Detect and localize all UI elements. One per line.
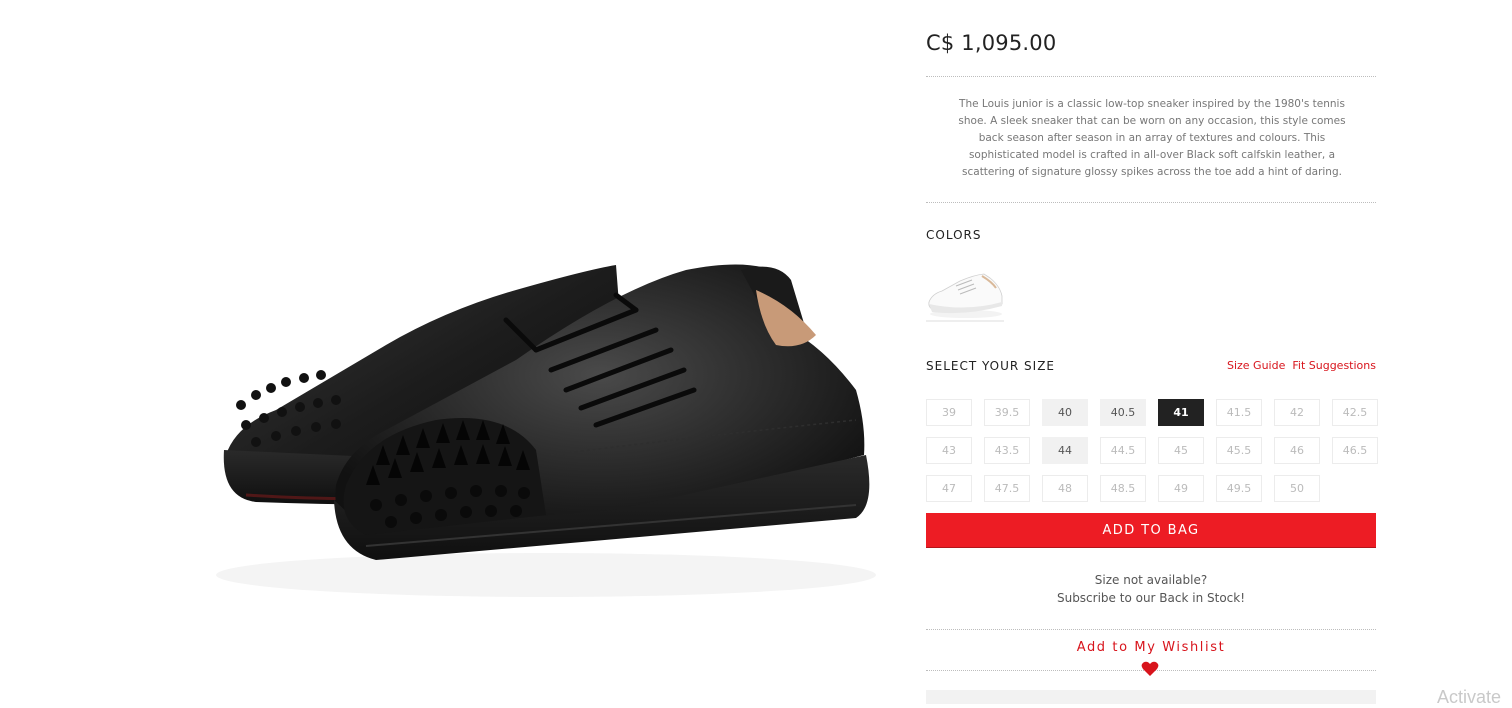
size-option-44-5[interactable]: 44.5: [1100, 437, 1146, 464]
select-size-label: SELECT YOUR SIZE: [926, 359, 1056, 373]
size-option-40[interactable]: 40: [1042, 399, 1088, 426]
add-to-wishlist-link[interactable]: Add to My Wishlist: [926, 640, 1376, 655]
size-option-39-5[interactable]: 39.5: [984, 399, 1030, 426]
size-links: Size Guide Fit Suggestions: [1220, 359, 1376, 372]
activate-watermark: Activate: [1437, 687, 1502, 707]
size-guide-link[interactable]: Size Guide: [1227, 359, 1285, 372]
size-option-41[interactable]: 41: [1158, 399, 1204, 426]
size-option-46-5[interactable]: 46.5: [1332, 437, 1378, 464]
product-description: The Louis junior is a classic low-top sn…: [958, 98, 1346, 178]
next-section-bar: [926, 690, 1376, 704]
size-option-47-5[interactable]: 47.5: [984, 475, 1030, 502]
size-option-50[interactable]: 50: [1274, 475, 1320, 502]
size-option-49[interactable]: 49: [1158, 475, 1204, 502]
size-option-44[interactable]: 44: [1042, 437, 1088, 464]
add-to-bag-button[interactable]: ADD TO BAG: [926, 513, 1376, 548]
size-option-40-5[interactable]: 40.5: [1100, 399, 1146, 426]
color-swatch-white[interactable]: [926, 266, 1004, 322]
size-not-available-text: Size not available?: [1094, 573, 1208, 587]
subscribe-back-in-stock-link[interactable]: Subscribe to our Back in Stock!: [1057, 591, 1245, 605]
size-option-48-5[interactable]: 48.5: [1100, 475, 1146, 502]
colors-label: COLORS: [926, 228, 982, 242]
size-option-43[interactable]: 43: [926, 437, 972, 464]
size-option-39[interactable]: 39: [926, 399, 972, 426]
size-option-43-5[interactable]: 43.5: [984, 437, 1030, 464]
size-option-45[interactable]: 45: [1158, 437, 1204, 464]
heart-icon[interactable]: [1141, 661, 1159, 677]
size-option-41-5[interactable]: 41.5: [1216, 399, 1262, 426]
divider: [926, 202, 1376, 203]
product-info-panel: C$ 1,095.00 The Louis junior is a classi…: [926, 0, 1378, 704]
size-option-46[interactable]: 46: [1274, 437, 1320, 464]
size-option-49-5[interactable]: 49.5: [1216, 475, 1262, 502]
back-in-stock-notice: Size not available? Subscribe to our Bac…: [926, 571, 1376, 607]
divider: [926, 629, 1376, 630]
size-option-48[interactable]: 48: [1042, 475, 1088, 502]
divider: [926, 76, 1376, 77]
product-image[interactable]: [216, 250, 876, 605]
fit-suggestions-link[interactable]: Fit Suggestions: [1292, 359, 1376, 372]
product-price: C$ 1,095.00: [926, 31, 1057, 55]
size-option-45-5[interactable]: 45.5: [1216, 437, 1262, 464]
size-option-47[interactable]: 47: [926, 475, 972, 502]
size-option-42-5[interactable]: 42.5: [1332, 399, 1378, 426]
size-option-42[interactable]: 42: [1274, 399, 1320, 426]
